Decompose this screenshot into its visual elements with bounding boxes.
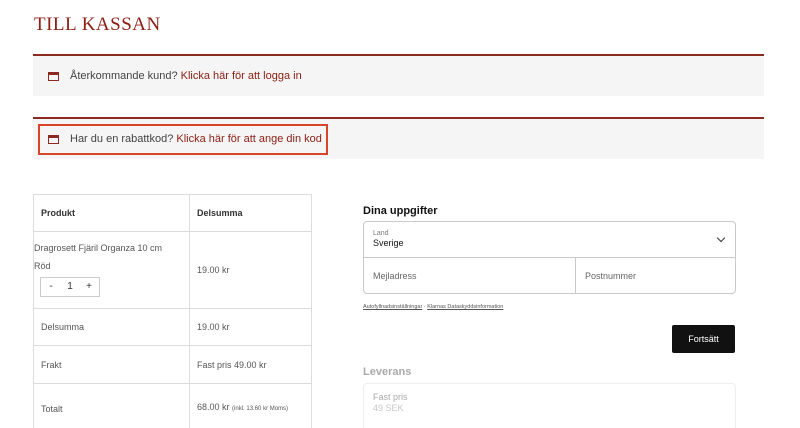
product-name: Dragrosett Fjäril Organza 10 cm xyxy=(34,243,163,253)
link-separator: · xyxy=(423,304,426,310)
postcode-field[interactable]: Postnummer xyxy=(576,258,735,294)
window-icon xyxy=(48,71,59,81)
subtotal-header: Delsumma xyxy=(189,194,312,232)
autofill-settings-link[interactable]: Autofyllnadsinställningar xyxy=(363,304,422,310)
page-title: TILL KASSAN xyxy=(34,14,161,35)
delivery-option[interactable]: Fast pris 49 SEK xyxy=(363,383,736,428)
details-title: Dina uppgifter xyxy=(363,205,438,217)
increase-button[interactable]: + xyxy=(79,277,99,297)
returning-customer-notice: Återkommande kund? Klicka här för att lo… xyxy=(33,54,764,96)
delivery-option-name: Fast pris xyxy=(373,392,408,402)
delivery-title: Leverans xyxy=(363,366,412,378)
shipping-value: Fast pris 49.00 kr xyxy=(189,345,312,384)
country-select[interactable]: Land Sverige xyxy=(364,222,735,258)
product-header: Produkt xyxy=(33,194,190,232)
quantity-stepper: - 1 + xyxy=(40,277,100,297)
returning-customer-text: Återkommande kund? xyxy=(70,70,178,82)
country-label: Land xyxy=(373,230,389,237)
product-cell: Dragrosett Fjäril Organza 10 cm Röd - 1 … xyxy=(33,231,190,309)
delivery-option-price: 49 SEK xyxy=(373,403,404,413)
footer-links: Autofyllnadsinställningar · Klarnas Data… xyxy=(363,304,503,310)
order-table: Produkt Delsumma Dragrosett Fjäril Organ… xyxy=(33,194,312,428)
continue-button[interactable]: Fortsätt xyxy=(672,325,735,353)
login-link[interactable]: Klicka här för att logga in xyxy=(181,70,302,82)
privacy-info-link[interactable]: Klarnas Dataskyddsinformation xyxy=(427,304,503,310)
email-field[interactable]: Mejladress xyxy=(364,258,576,294)
item-price: 19.00 kr xyxy=(189,231,312,309)
shipping-label: Frakt xyxy=(33,345,190,384)
subtotal-label: Delsumma xyxy=(33,308,190,346)
total-tax: (inkl. 13.60 kr Moms) xyxy=(232,405,289,412)
coupon-highlight xyxy=(38,124,328,155)
decrease-button[interactable]: - xyxy=(41,277,61,297)
details-form: Land Sverige Mejladress Postnummer xyxy=(363,221,736,294)
total-label: Totalt xyxy=(33,383,190,428)
total-cell: 68.00 kr (inkl. 13.60 kr Moms) xyxy=(189,383,312,428)
subtotal-value: 19.00 kr xyxy=(189,308,312,346)
country-value: Sverige xyxy=(373,238,404,248)
total-value: 68.00 kr xyxy=(197,401,230,412)
quantity-value[interactable]: 1 xyxy=(61,277,79,297)
product-variant: Röd xyxy=(34,261,51,271)
